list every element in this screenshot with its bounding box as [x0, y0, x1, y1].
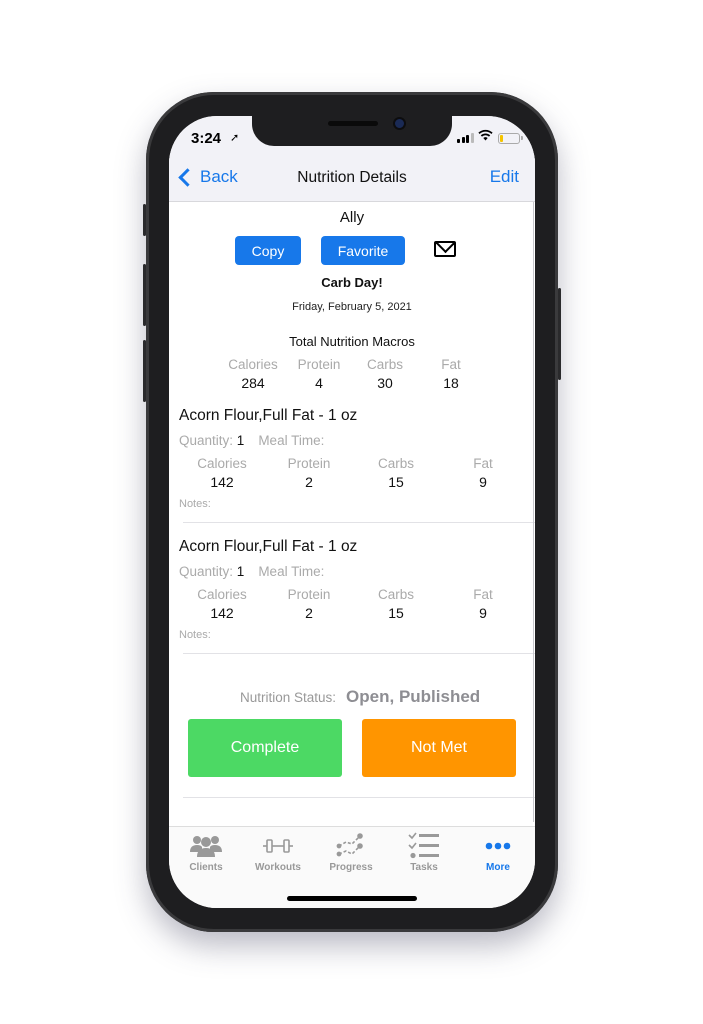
total-macros: Calories 284 Protein 4 Carbs 30 Fat 18 [223, 357, 487, 391]
total-carbs: Carbs 30 [366, 357, 403, 391]
meal-time-field: Meal Time: [258, 564, 325, 579]
food-item-macros: Calories 142 Protein 2 Carbs 15 Fat 9 [197, 456, 493, 490]
clients-icon [171, 833, 241, 859]
cellular-signal-icon [457, 133, 474, 143]
food-item-macros: Calories 142 Protein 2 Carbs 15 Fat 9 [197, 587, 493, 621]
more-icon [463, 833, 533, 859]
battery-tip [521, 136, 523, 140]
progress-icon [316, 833, 386, 859]
tab-label: Clients [189, 862, 223, 873]
phone-frame: 3:24 ➚ Back Nutrition Details Edit Ally … [143, 92, 561, 932]
nutrition-status: Nutrition Status: Open, Published [240, 687, 480, 707]
food-item-name: Acorn Flour,Full Fat - 1 oz [179, 538, 358, 555]
tab-tasks[interactable]: Tasks [389, 832, 459, 873]
mute-switch [143, 204, 146, 236]
quantity-field: Quantity: 1 [179, 433, 245, 448]
volume-up-button [143, 264, 146, 326]
home-indicator[interactable] [287, 896, 417, 901]
totals-title: Total Nutrition Macros [289, 334, 415, 349]
nutrition-details-content: Ally Copy Favorite Carb Day! Friday, Feb… [169, 202, 535, 826]
quantity-field: Quantity: 1 [179, 564, 245, 579]
favorite-button[interactable]: Favorite [321, 236, 405, 265]
camera [395, 119, 404, 128]
tasks-icon [389, 832, 459, 859]
status-time: 3:24 [191, 130, 222, 147]
food-item[interactable]: Acorn Flour,Full Fat - 1 oz Quantity: 1 … [169, 407, 535, 527]
plan-date: Friday, February 5, 2021 [292, 301, 412, 313]
divider [183, 797, 535, 798]
tab-label: Tasks [410, 862, 438, 873]
battery-icon [498, 133, 520, 144]
dumbbell-icon [243, 833, 313, 859]
food-item-meta: Quantity: 1 Meal Time: [179, 564, 324, 579]
food-item-notes: Notes: [179, 498, 211, 510]
location-arrow-icon: ➚ [230, 132, 240, 144]
volume-down-button [143, 340, 146, 402]
food-item-meta: Quantity: 1 Meal Time: [179, 433, 324, 448]
speaker [328, 121, 378, 126]
tab-label: Workouts [255, 862, 301, 873]
client-name: Ally [339, 209, 365, 226]
tab-clients[interactable]: Clients [171, 833, 241, 873]
total-protein: Protein 4 [297, 357, 341, 391]
wifi-icon [478, 129, 493, 144]
mail-icon[interactable] [434, 241, 456, 257]
page-title: Nutrition Details [297, 169, 407, 186]
complete-button[interactable]: Complete [188, 719, 342, 777]
status-value: Open, Published [346, 687, 481, 706]
notch [252, 116, 452, 146]
total-calories: Calories 284 [228, 357, 278, 391]
not-met-button[interactable]: Not Met [362, 719, 516, 777]
scrollbar[interactable] [533, 202, 534, 822]
day-title: Carb Day! [321, 275, 383, 290]
divider [183, 653, 535, 654]
meal-time-field: Meal Time: [258, 433, 325, 448]
tab-label: Progress [329, 862, 373, 873]
food-item-notes: Notes: [179, 629, 211, 641]
tab-workouts[interactable]: Workouts [243, 833, 313, 873]
navigation-bar: Back Nutrition Details Edit [169, 156, 535, 202]
status-label: Nutrition Status: [240, 690, 337, 705]
power-button [558, 288, 561, 380]
screen: 3:24 ➚ Back Nutrition Details Edit Ally … [169, 116, 535, 908]
total-fat: Fat 18 [441, 357, 461, 391]
edit-button[interactable]: Edit [490, 167, 519, 187]
food-item-name: Acorn Flour,Full Fat - 1 oz [179, 407, 358, 424]
tab-more[interactable]: More [463, 833, 533, 873]
tab-label: More [486, 862, 510, 873]
food-item[interactable]: Acorn Flour,Full Fat - 1 oz Quantity: 1 … [169, 538, 535, 658]
divider [183, 522, 535, 523]
copy-button[interactable]: Copy [235, 236, 301, 265]
tab-progress[interactable]: Progress [316, 833, 386, 873]
